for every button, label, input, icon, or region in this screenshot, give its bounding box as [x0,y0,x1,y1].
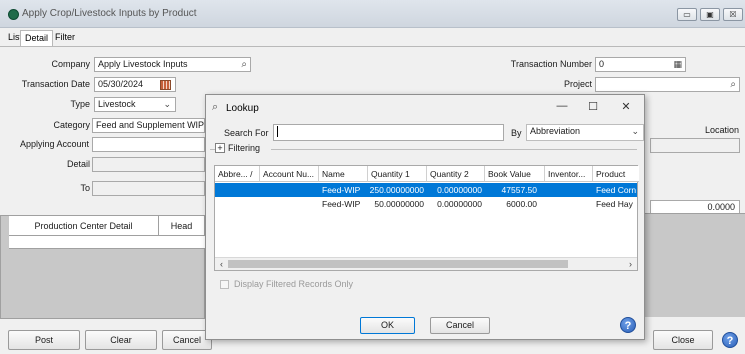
column-inventory[interactable]: Inventor... [545,166,593,182]
location-field[interactable] [650,138,740,153]
cell-quantity-2: 0.00000000 [437,199,482,209]
window-titlebar: Apply Crop/Livestock Inputs by Product ▭… [0,0,745,28]
filtering-label: Filtering [228,143,261,153]
lookup-table[interactable]: Abbre... / Account Nu... Name Quantity 1… [214,165,639,271]
grid-background-right [645,213,745,317]
dialog-maximize-button[interactable]: ☐ [583,100,603,113]
lookup-cancel-button[interactable]: Cancel [430,317,490,334]
chevron-down-icon: ⌄ [631,126,639,136]
table-row[interactable]: Feed-WIP 50.00000000 0.00000000 6000.00 … [215,197,637,211]
app-icon [8,9,19,20]
column-abbreviation[interactable]: Abbre... / [215,166,260,182]
column-name[interactable]: Name [319,166,368,182]
category-value: Feed and Supplement WIP [96,120,205,130]
ok-button[interactable]: OK [360,317,415,334]
dialog-close-button[interactable]: ✕ [616,100,636,113]
column-product[interactable]: Product [593,166,639,182]
type-select[interactable]: Livestock ⌄ [94,97,176,112]
cell-quantity-1: 250.00000000 [369,185,424,195]
tab-detail[interactable]: Detail [20,30,54,46]
by-value: Abbreviation [530,126,581,136]
transaction-number-value: 0 [599,59,605,69]
location-label: Location [704,125,739,135]
detail-label: Detail [66,159,90,169]
horizontal-scrollbar[interactable]: ‹ › [215,257,637,270]
cell-product: Feed Corn [596,185,637,195]
category-field[interactable]: Feed and Supplement WIP [92,118,205,133]
column-book-value[interactable]: Book Value [485,166,545,182]
help-icon[interactable]: ? [722,332,738,348]
project-field[interactable]: ⌕ [595,77,740,92]
category-label: Category [53,120,90,130]
by-select[interactable]: Abbreviation ⌄ [526,124,644,141]
text-cursor [277,126,278,138]
cell-name: Feed-WIP [322,199,361,209]
lookup-dialog: ⌕ Lookup — ☐ ✕ Search For By Abbreviatio… [205,94,645,340]
to-field[interactable] [92,181,205,196]
search-for-label: Search For [224,128,269,138]
calendar-icon[interactable] [160,80,171,90]
type-label: Type [70,99,90,109]
transaction-date-field[interactable]: 05/30/2024 [94,77,176,92]
scroll-right-icon[interactable]: › [624,258,637,271]
cell-quantity-1: 50.00000000 [374,199,424,209]
transaction-date-label: Transaction Date [21,79,90,89]
chevron-down-icon: ⌄ [163,99,171,109]
filtering-divider [271,149,637,150]
grid-column-head[interactable]: Head [159,216,205,236]
minimize-button[interactable]: ▭ [677,8,697,21]
transaction-number-label: Transaction Number [510,59,592,69]
close-button[interactable]: Close [653,330,713,350]
display-filtered-label: Display Filtered Records Only [234,279,354,289]
search-icon[interactable]: ⌕ [730,78,736,91]
maximize-button[interactable]: ▣ [700,8,720,21]
applying-account-label: Applying Account [19,139,89,149]
window-title: Apply Crop/Livestock Inputs by Product [22,8,197,19]
tab-filter[interactable]: Filter [51,30,79,46]
grid-column-production-center-detail[interactable]: Production Center Detail [9,216,159,236]
cell-product: Feed Hay [596,199,633,209]
to-label: To [80,183,90,193]
dialog-minimize-button[interactable]: — [552,100,572,112]
column-account-number[interactable]: Account Nu... [260,166,319,182]
scrollbar-thumb[interactable] [228,260,568,268]
post-button[interactable]: Post [8,330,80,350]
column-quantity-1[interactable]: Quantity 1 [368,166,427,182]
transaction-number-field[interactable]: 0 ▦ [595,57,686,72]
table-row[interactable]: Feed-WIP 250.00000000 0.00000000 47557.5… [215,183,637,197]
search-icon[interactable]: ⌕ [241,58,247,71]
company-field[interactable]: Apply Livestock Inputs ⌕ [94,57,251,72]
detail-field[interactable] [92,157,205,172]
grid-row[interactable] [9,236,205,249]
cell-name: Feed-WIP [322,185,361,195]
lookup-title: Lookup [226,103,259,114]
cell-quantity-2: 0.00000000 [437,185,482,195]
display-filtered-checkbox[interactable] [220,280,229,289]
cell-book-value: 47557.50 [501,185,537,195]
cell-book-value: 6000.00 [506,199,537,209]
company-value: Apply Livestock Inputs [98,59,188,69]
search-icon: ⌕ [212,101,219,113]
search-for-input[interactable] [273,124,504,141]
company-label: Company [51,59,90,69]
filtering-expand-toggle[interactable]: + [215,143,225,153]
by-label: By [511,128,522,138]
scroll-left-icon[interactable]: ‹ [215,258,228,271]
production-center-grid[interactable]: Production Center Detail Head [0,215,205,319]
type-value: Livestock [98,99,136,109]
clear-button[interactable]: Clear [85,330,157,350]
project-label: Project [563,79,592,89]
applying-account-field[interactable] [92,137,205,152]
help-icon[interactable]: ? [620,317,636,333]
amount-value: 0.0000 [707,202,735,212]
close-window-button[interactable]: ☒ [723,8,743,21]
transaction-date-value: 05/30/2024 [98,79,144,89]
calculator-icon[interactable]: ▦ [673,58,682,71]
column-quantity-2[interactable]: Quantity 2 [427,166,485,182]
